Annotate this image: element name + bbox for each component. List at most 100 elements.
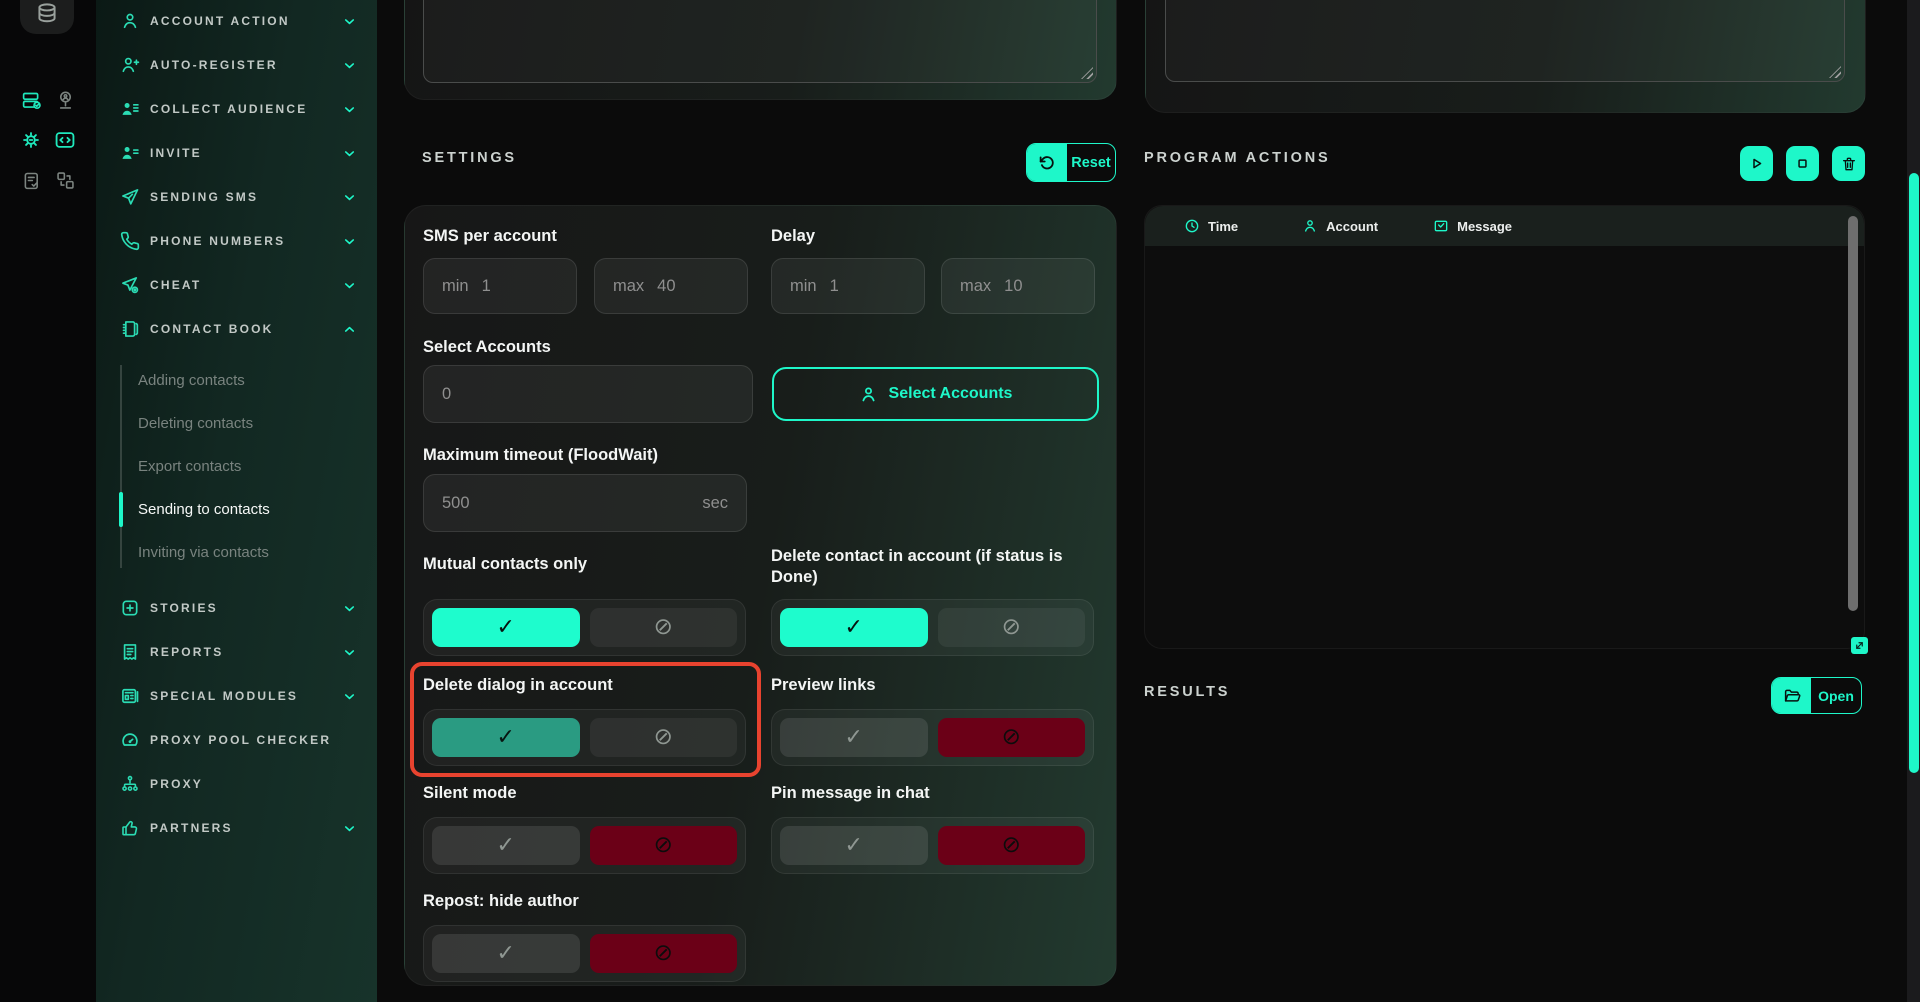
submenu-item-adding-contacts[interactable]: Adding contacts	[138, 359, 377, 402]
program-top-textarea[interactable]	[1165, 0, 1845, 82]
table-scrollbar[interactable]	[1848, 216, 1858, 611]
check-option-button[interactable]: ✓	[780, 718, 928, 757]
delay-label: Delay	[771, 227, 815, 246]
user-icon	[859, 385, 878, 404]
block-icon: ⊘	[654, 726, 673, 749]
accounts-count-input[interactable]: 0	[423, 365, 753, 423]
input-prefix: min	[442, 277, 469, 296]
block-option-button[interactable]: ⊘	[590, 718, 738, 757]
sidebar-item-label: Partners	[150, 821, 342, 835]
play-button[interactable]	[1740, 146, 1773, 181]
sidebar-item-label: Phone numbers	[150, 234, 342, 248]
chevron-down-icon	[342, 14, 357, 29]
sidebar-item-contact-book[interactable]: Contact book	[96, 307, 377, 351]
gauge-icon	[120, 730, 140, 750]
delay-min-input[interactable]: min1	[771, 258, 925, 314]
contact-book-submenu: Adding contacts Deleting contacts Export…	[96, 359, 377, 574]
thumbs-up-icon	[120, 818, 140, 838]
check-option-button[interactable]: ✓	[432, 608, 580, 647]
block-option-button[interactable]: ⊘	[938, 826, 1086, 865]
block-option-button[interactable]: ⊘	[590, 934, 738, 973]
program-actions-buttons	[1740, 146, 1865, 181]
sidebar-item-special-modules[interactable]: Special modules	[96, 674, 377, 718]
play-icon	[1749, 156, 1764, 171]
table-header: Time Account Message	[1145, 206, 1864, 246]
toggle-delete-contact-in-account: ✓ ⊘	[771, 599, 1094, 656]
sidebar-item-phone-numbers[interactable]: Phone numbers	[96, 219, 377, 263]
reset-button[interactable]: Reset	[1026, 143, 1116, 182]
user-icon	[120, 11, 140, 31]
block-option-button[interactable]: ⊘	[590, 826, 738, 865]
sms-max-input[interactable]: max40	[594, 258, 748, 314]
max-timeout-input[interactable]: 500 sec	[423, 474, 747, 532]
check-option-button[interactable]: ✓	[432, 826, 580, 865]
left-rail	[0, 0, 96, 1002]
clipboard-check-icon-button[interactable]	[14, 160, 48, 200]
sidebar-item-auto-register[interactable]: Auto-register	[96, 43, 377, 87]
open-results-button[interactable]: Open	[1771, 677, 1862, 714]
input-value: 40	[657, 277, 675, 296]
column-header-account: Account	[1302, 218, 1378, 234]
sidebar-item-invite[interactable]: Invite	[96, 131, 377, 175]
audience-icon	[120, 99, 140, 119]
reset-button-label: Reset	[1067, 144, 1115, 181]
sidebar-item-stories[interactable]: Stories	[96, 586, 377, 630]
sidebar-item-reports[interactable]: Reports	[96, 630, 377, 674]
toggle-mutual-contacts-only: ✓ ⊘	[423, 599, 746, 656]
sidebar-item-label: Proxy	[150, 777, 342, 791]
sidebar-item-label: Proxy pool checker	[150, 733, 342, 747]
sitemap-icon	[120, 774, 140, 794]
check-option-button[interactable]: ✓	[432, 718, 580, 757]
toggle-label: Preview links	[771, 676, 876, 695]
page-scrollbar-thumb[interactable]	[1909, 173, 1919, 773]
sidebar-item-collect-audience[interactable]: Collect audience	[96, 87, 377, 131]
table-resize-handle[interactable]	[1851, 637, 1868, 654]
column-header-label: Message	[1457, 219, 1512, 234]
sidebar-item-label: Special modules	[150, 689, 342, 703]
gear-icon-button[interactable]	[14, 120, 48, 160]
sidebar-item-label: Auto-register	[150, 58, 342, 72]
sidebar-item-account-action[interactable]: Account action	[96, 0, 377, 43]
select-accounts-button[interactable]: Select Accounts	[772, 367, 1099, 421]
sidebar-item-partners[interactable]: Partners	[96, 806, 377, 850]
block-option-button[interactable]: ⊘	[938, 718, 1086, 757]
toggle-delete-dialog-in-account: ✓ ⊘	[423, 709, 746, 766]
submenu-item-sending-to-contacts[interactable]: Sending to contacts	[138, 488, 377, 531]
sidebar-item-proxy[interactable]: Proxy	[96, 762, 377, 806]
column-header-message: Message	[1433, 218, 1512, 234]
input-value: 1	[482, 277, 491, 296]
swap-boxes-icon-button[interactable]	[48, 160, 82, 200]
delay-max-input[interactable]: max10	[941, 258, 1095, 314]
column-header-label: Account	[1326, 219, 1378, 234]
chevron-down-icon	[342, 821, 357, 836]
submenu-item-inviting-via-contacts[interactable]: Inviting via contacts	[138, 531, 377, 574]
settings-top-textarea[interactable]	[423, 0, 1097, 83]
sms-min-input[interactable]: min 1	[423, 258, 577, 314]
newspaper-icon	[120, 686, 140, 706]
trash-icon	[1841, 156, 1857, 172]
sidebar-item-cheat[interactable]: Cheat	[96, 263, 377, 307]
chevron-down-icon	[342, 601, 357, 616]
check-option-button[interactable]: ✓	[780, 608, 928, 647]
submenu-item-export-contacts[interactable]: Export contacts	[138, 445, 377, 488]
server-check-icon-button[interactable]	[14, 80, 48, 120]
check-option-button[interactable]: ✓	[780, 826, 928, 865]
check-option-button[interactable]: ✓	[432, 934, 580, 973]
settings-title: SETTINGS	[422, 150, 517, 166]
stop-button[interactable]	[1786, 146, 1819, 181]
delete-button[interactable]	[1832, 146, 1865, 181]
phone-icon	[120, 231, 140, 251]
user-camera-icon-button[interactable]	[48, 80, 82, 120]
sidebar-item-label: Collect audience	[150, 102, 342, 116]
block-option-button[interactable]: ⊘	[590, 608, 738, 647]
submenu-item-deleting-contacts[interactable]: Deleting contacts	[138, 402, 377, 445]
block-option-button[interactable]: ⊘	[938, 608, 1086, 647]
chevron-down-icon	[342, 278, 357, 293]
program-actions-title: PROGRAM ACTIONS	[1144, 150, 1330, 166]
sidebar-item-proxy-pool-checker[interactable]: Proxy pool checker	[96, 718, 377, 762]
database-button[interactable]	[20, 0, 74, 34]
sidebar-item-sending-sms[interactable]: Sending SMS	[96, 175, 377, 219]
sidebar-item-label: Account action	[150, 14, 342, 28]
input-value: 1	[830, 277, 839, 296]
code-window-icon-button[interactable]	[48, 120, 82, 160]
